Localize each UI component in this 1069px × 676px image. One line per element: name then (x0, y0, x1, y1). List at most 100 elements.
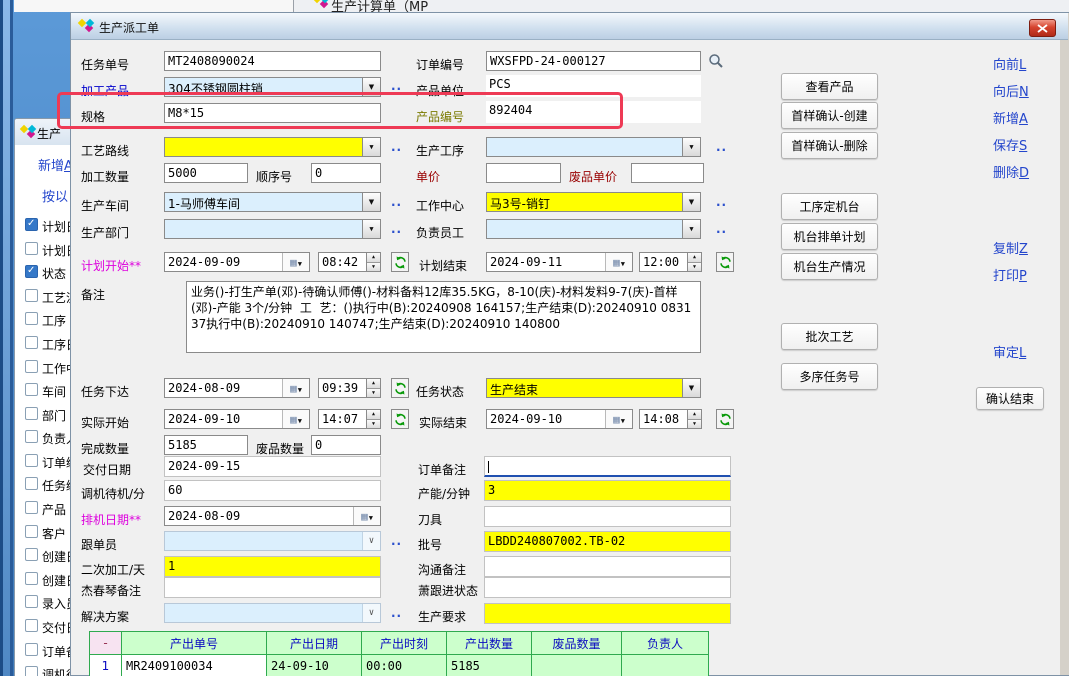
checkbox-icon[interactable] (25, 430, 38, 443)
sidebar-filter-link[interactable]: 按以 (42, 186, 68, 205)
checkbox-icon[interactable] (25, 360, 38, 373)
row-number-cell[interactable]: 1 (90, 655, 122, 676)
search-icon[interactable] (708, 53, 724, 72)
chevron-down-icon[interactable] (362, 532, 380, 550)
filter-checkbox-row[interactable]: 客户 (15, 525, 71, 541)
close-button[interactable] (1029, 19, 1056, 37)
filter-checkbox-row[interactable]: 工作中 (15, 360, 71, 376)
filter-checkbox-row[interactable]: 创建日 (15, 572, 71, 588)
production-req-input[interactable] (484, 603, 731, 624)
tooling-input[interactable] (484, 506, 731, 527)
output-time-cell[interactable]: 00:00 (362, 655, 447, 676)
workshop-lookup-dots[interactable]: .. (391, 195, 402, 209)
process-route-combo[interactable] (164, 137, 381, 157)
filter-checkbox-row[interactable]: 订单备 (15, 643, 71, 659)
time-spinner[interactable] (366, 410, 380, 428)
checkbox-icon[interactable] (25, 218, 38, 231)
scrap-qty-input[interactable]: 0 (311, 435, 381, 455)
batch-process-button[interactable]: 批次工艺 (781, 323, 878, 350)
chevron-down-icon[interactable] (362, 138, 380, 156)
actual-end-time[interactable]: 14:08 (639, 409, 702, 429)
column-header[interactable]: 负责人 (622, 632, 709, 655)
checkbox-icon[interactable] (25, 548, 38, 561)
order-follower-combo[interactable] (164, 531, 381, 551)
column-header[interactable]: 产出日期 (267, 632, 362, 655)
nav-link-new[interactable]: 新增A (993, 108, 1028, 127)
filter-checkbox-row[interactable]: 产品 (15, 501, 71, 517)
chevron-down-icon[interactable] (682, 220, 700, 238)
checkbox-icon[interactable] (25, 265, 38, 278)
checkbox-icon[interactable] (25, 312, 38, 325)
refresh-button[interactable] (391, 252, 409, 272)
order-no-input[interactable]: WXSFPD-24-000127 (486, 51, 701, 71)
production-process-combo[interactable] (486, 137, 701, 157)
filter-checkbox-row[interactable]: 任务编 (15, 477, 71, 493)
filter-checkbox-row[interactable]: 交付日 (15, 619, 71, 635)
task-no-input[interactable]: MT2408090024 (164, 51, 381, 71)
plan-end-time[interactable]: 12:00 (639, 252, 702, 272)
work-center-lookup-dots[interactable]: .. (716, 195, 727, 209)
output-no-cell[interactable]: MR2409100034 (122, 655, 267, 676)
actual-start-time[interactable]: 14:07 (318, 409, 381, 429)
checkbox-icon[interactable] (25, 619, 38, 632)
batch-no-input[interactable]: LBDD240807002.TB-02 (484, 531, 731, 552)
sequence-no-input[interactable]: 0 (311, 163, 381, 183)
chevron-down-icon[interactable] (362, 193, 380, 211)
nav-link-next[interactable]: 向后N (993, 81, 1029, 100)
plan-end-date[interactable]: 2024-09-11 (486, 252, 633, 272)
comm-remarks-input[interactable] (484, 556, 731, 577)
filter-checkbox-row[interactable]: 录入员 (15, 595, 71, 611)
solution-lookup-dots[interactable]: .. (391, 606, 402, 620)
first-sample-create-button[interactable]: 首样确认-创建 (781, 102, 878, 129)
checkbox-icon[interactable] (25, 501, 38, 514)
actual-end-date[interactable]: 2024-09-10 (486, 409, 633, 429)
checkbox-icon[interactable] (25, 407, 38, 420)
scrap-qty-cell[interactable] (532, 655, 622, 676)
completed-qty-input[interactable]: 5185 (164, 435, 248, 455)
staff-combo[interactable] (486, 219, 701, 239)
time-spinner[interactable] (687, 253, 701, 271)
xiao-follow-status-input[interactable] (484, 577, 731, 598)
time-spinner[interactable] (687, 410, 701, 428)
workshop-combo[interactable]: 1-马师傅车间 (164, 192, 381, 212)
output-date-cell[interactable]: 24-09-10 (267, 655, 362, 676)
schedule-date-picker[interactable]: 2024-08-09 (164, 506, 381, 526)
column-header[interactable]: 产出单号 (122, 632, 267, 655)
output-qty-cell[interactable]: 5185 (447, 655, 532, 676)
column-header[interactable]: - (90, 632, 122, 655)
checkbox-icon[interactable] (25, 242, 38, 255)
column-header[interactable]: 产出时刻 (362, 632, 447, 655)
view-product-button[interactable]: 查看产品 (781, 73, 878, 100)
remarks-textarea[interactable]: 业务()-打生产单(邓)-待确认师傅()-材料备料12库35.5KG，8-10(… (186, 281, 701, 353)
product-lookup-dots[interactable]: .. (391, 79, 402, 93)
filter-checkbox-row[interactable]: 计划日 (15, 218, 71, 234)
nav-link-approve[interactable]: 审定L (993, 342, 1026, 361)
responsible-cell[interactable] (622, 655, 709, 676)
refresh-button[interactable] (716, 409, 734, 429)
nav-link-copy[interactable]: 复制Z (993, 238, 1028, 257)
machine-schedule-button[interactable]: 机台排单计划 (781, 223, 878, 250)
filter-checkbox-row[interactable]: 创建日 (15, 548, 71, 564)
task-status-combo[interactable]: 生产结束 (486, 378, 701, 398)
solution-combo[interactable] (164, 603, 381, 623)
checkbox-icon[interactable] (25, 643, 38, 656)
first-sample-delete-button[interactable]: 首样确认-删除 (781, 132, 878, 159)
checkbox-icon[interactable] (25, 525, 38, 538)
nav-link-save[interactable]: 保存S (993, 135, 1027, 154)
nav-link-delete[interactable]: 删除D (993, 162, 1029, 181)
chevron-down-icon[interactable] (682, 138, 700, 156)
table-row[interactable]: 1 MR2409100034 24-09-10 00:00 5185 (90, 655, 709, 676)
work-center-combo[interactable]: 马3号-销钉 (486, 192, 701, 212)
checkbox-icon[interactable] (25, 666, 38, 676)
filter-checkbox-row[interactable]: 工序 (15, 312, 71, 328)
scrap-price-input[interactable] (631, 163, 704, 183)
checkbox-icon[interactable] (25, 289, 38, 302)
checkbox-icon[interactable] (25, 477, 38, 490)
department-combo[interactable] (164, 219, 381, 239)
checkbox-icon[interactable] (25, 454, 38, 467)
sidebar-new-link[interactable]: 新增A (38, 155, 72, 174)
nav-link-previous[interactable]: 向前L (993, 54, 1026, 73)
delivery-date-input[interactable]: 2024-09-15 (164, 456, 381, 477)
filter-checkbox-row[interactable]: 订单编 (15, 454, 71, 470)
filter-checkbox-row[interactable]: 车间 (15, 383, 71, 399)
